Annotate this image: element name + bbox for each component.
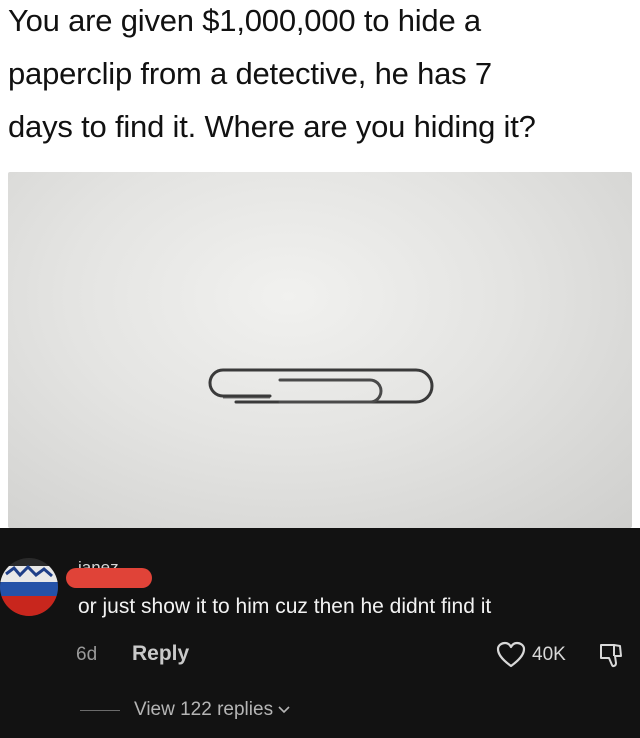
paperclip-illustration [208, 368, 434, 404]
avatar[interactable] [0, 558, 58, 616]
reply-button[interactable]: Reply [132, 642, 189, 666]
comment-section: janez or just show it to him cuz then he… [0, 528, 640, 738]
paperclip-photo [8, 172, 632, 528]
dislike-button[interactable] [598, 642, 624, 675]
post-caption-line-1: You are given $1,000,000 to hide a [8, 3, 481, 38]
post-caption-line-3: days to find it. Where are you hiding it… [8, 109, 536, 144]
like-button[interactable]: 40K [496, 640, 566, 670]
like-count: 40K [532, 644, 566, 665]
post-caption-line-2: paperclip from a detective, he has 7 [8, 56, 492, 91]
heart-icon [496, 641, 526, 668]
comment-text: or just show it to him cuz then he didnt… [78, 595, 492, 618]
view-replies-label: View 122 replies [134, 699, 274, 720]
replies-divider [80, 709, 120, 711]
thumbs-down-icon [600, 644, 622, 668]
username-redaction [66, 568, 152, 588]
view-replies-button[interactable]: View 122 replies [80, 698, 290, 722]
chevron-down-icon [278, 706, 290, 714]
post-caption: You are given $1,000,000 to hide a paper… [8, 0, 636, 153]
comment-timestamp: 6d [76, 644, 98, 665]
avatar-flag-icon [0, 558, 58, 616]
